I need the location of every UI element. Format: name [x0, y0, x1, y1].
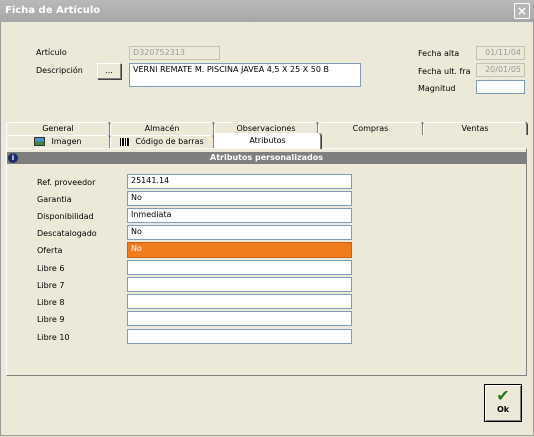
- window-title: Ficha de Artículo: [5, 5, 101, 16]
- section-header: Atributos personalizados: [7, 152, 526, 164]
- attr-libre6-field[interactable]: [127, 260, 352, 275]
- ok-label: Ok: [496, 405, 510, 414]
- info-icon: i: [8, 153, 18, 163]
- descripcion-label: Descripción: [36, 66, 83, 75]
- attr-label: Libre 9: [37, 315, 65, 324]
- tab-almacen[interactable]: Almacén: [110, 122, 214, 135]
- tab-codigo-barras[interactable]: Código de barras: [110, 135, 214, 148]
- attr-libre7-field[interactable]: [127, 277, 352, 292]
- magnitud-field[interactable]: [476, 80, 525, 94]
- descripcion-more-button[interactable]: ...: [97, 63, 121, 79]
- tab-general[interactable]: General: [6, 122, 110, 135]
- attr-libre8-field[interactable]: [127, 294, 352, 309]
- attr-label: Libre 6: [37, 264, 65, 273]
- fecha-ult-label: Fecha ult. fra: [418, 67, 471, 76]
- tab-codigo-barras-label: Código de barras: [135, 137, 204, 146]
- tab-compras[interactable]: Compras: [318, 122, 423, 135]
- fecha-alta-label: Fecha alta: [418, 49, 460, 58]
- tab-imagen[interactable]: Imagen: [6, 135, 110, 148]
- attr-garantia-field[interactable]: No: [127, 191, 352, 206]
- attr-oferta-field[interactable]: No: [127, 242, 352, 258]
- attr-label: Ref. proveedor: [37, 178, 96, 187]
- fecha-alta-field[interactable]: 01/11/04: [476, 46, 525, 60]
- articulo-label: Artículo: [36, 48, 67, 57]
- articulo-field[interactable]: D320752313: [129, 46, 220, 60]
- ok-button[interactable]: ✔ Ok: [484, 384, 522, 422]
- image-icon: [34, 137, 46, 146]
- fecha-ult-field[interactable]: 20/01/05: [476, 63, 525, 77]
- attr-label: Oferta: [37, 246, 63, 255]
- title-bar: Ficha de Artículo ×: [0, 0, 534, 22]
- attr-descatalogado-field[interactable]: No: [127, 225, 352, 240]
- check-icon: ✔: [496, 386, 510, 405]
- attr-disponibilidad-field[interactable]: Inmediata: [127, 208, 352, 223]
- attr-label: Libre 10: [37, 333, 70, 342]
- attr-label: Garantia: [37, 195, 72, 204]
- tab-ventas[interactable]: Ventas: [423, 122, 527, 135]
- attr-label: Disponibilidad: [37, 212, 94, 221]
- close-icon: ×: [516, 4, 528, 18]
- magnitud-label: Magnitud: [418, 84, 456, 93]
- attr-ref-proveedor-field[interactable]: 25141.14: [127, 174, 352, 189]
- tab-atributos[interactable]: Atributos: [214, 133, 321, 149]
- attr-label: Descatalogado: [37, 229, 97, 238]
- attr-libre9-field[interactable]: [127, 311, 352, 326]
- barcode-icon: [120, 137, 131, 146]
- descripcion-field[interactable]: VERNI REMATE M. PISCINA JAVEA 4,5 X 25 X…: [129, 63, 361, 87]
- attr-label: Libre 7: [37, 281, 65, 290]
- tab-imagen-label: Imagen: [51, 137, 82, 146]
- close-button[interactable]: ×: [514, 3, 530, 19]
- attr-libre10-field[interactable]: [127, 329, 352, 344]
- attr-label: Libre 8: [37, 298, 65, 307]
